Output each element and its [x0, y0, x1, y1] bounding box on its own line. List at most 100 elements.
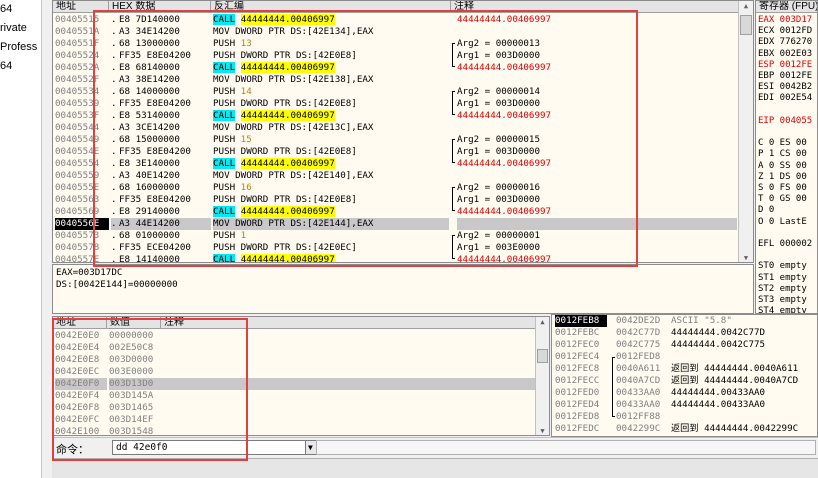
- register-line[interactable]: EFL 000002: [758, 238, 812, 250]
- stack-row[interactable]: 0012FEBC 0042C77D 44444444.0042C77D: [552, 327, 817, 339]
- dump-header-value[interactable]: 数值: [107, 317, 161, 329]
- stack-address: 0012FEC4: [555, 351, 600, 362]
- stack-row[interactable]: 0012FECC 0040A7CD 返回到 44444444.0040A7CD: [552, 375, 817, 387]
- dump-scroll-down-icon[interactable]: ▼: [536, 426, 549, 435]
- command-input[interactable]: dd 42e0f0: [112, 440, 306, 455]
- dump-row[interactable]: 0042E0E0 00000000: [53, 330, 537, 342]
- register-line[interactable]: EBP 0012FE: [758, 70, 812, 82]
- stack-row[interactable]: 0012FEB8 0042DE2D ASCII "5.8": [552, 315, 817, 327]
- register-line[interactable]: EDI 002E54: [758, 92, 812, 104]
- column-header-address[interactable]: 地址: [53, 1, 109, 13]
- disasm-row[interactable]: 00405559. A3 40E14200 MOV DWORD PTR DS:[42…: [53, 170, 739, 182]
- stack-row[interactable]: 0012FED8 0012FF88: [552, 411, 817, 423]
- register-line[interactable]: ESP 0012FE: [758, 59, 812, 71]
- disasm-row[interactable]: 00405544. A3 3CE14200 MOV DWORD PTR DS:[42…: [53, 122, 739, 134]
- disasm-row[interactable]: 00405578. FF35 ECE04200 PUSH DWORD PTR DS:…: [53, 242, 739, 254]
- disasm-row[interactable]: 00405554. E8 3E140000 CALL 44444444.004069…: [53, 158, 739, 170]
- disasm-row[interactable]: 0040554E. FF35 E8E04200 PUSH DWORD PTR DS:…: [53, 146, 739, 158]
- dump-scroll-thumb[interactable]: [537, 349, 548, 363]
- disasm-comment: 44444444.00406997: [457, 62, 737, 74]
- register-line[interactable]: ST4 empty: [758, 305, 807, 313]
- stack-row[interactable]: 0012FEDC 0042299C 返回到 44444444.0042299C: [552, 423, 817, 435]
- register-line[interactable]: D 0: [758, 204, 774, 216]
- disasm-token: CALL: [213, 158, 236, 169]
- dump-header-comment[interactable]: 注释: [161, 317, 537, 329]
- disasm-row[interactable]: 00405549. 68 15000000 PUSH 15 Arg2 = 000000…: [53, 134, 739, 146]
- disasm-instruction: PUSH DWORD PTR DS:[42E0EC]: [213, 242, 449, 254]
- register-line[interactable]: EIP 004055: [758, 115, 812, 127]
- scroll-up-arrow-icon[interactable]: ▲: [739, 1, 753, 12]
- stack-row[interactable]: 0012FED4 00433AA0 44444444.00433AA0: [552, 399, 817, 411]
- disasm-marker: .: [111, 14, 117, 25]
- register-line[interactable]: Z 1 DS 00: [758, 171, 807, 183]
- disasm-row[interactable]: 00405534. 68 14000000 PUSH 14 Arg2 = 000000…: [53, 86, 739, 98]
- disassembly-pane[interactable]: 地址 HEX 数据 反汇编 注释 00405515. E8 7D140000 CAL…: [52, 0, 754, 263]
- register-line[interactable]: ESI 0042B2: [758, 81, 812, 93]
- register-line[interactable]: P 1 CS 00: [758, 148, 807, 160]
- dump-row[interactable]: 0042E100 003D1548: [53, 426, 537, 435]
- disasm-row[interactable]: 0040555E. 68 16000000 PUSH 16 Arg2 = 000000…: [53, 182, 739, 194]
- disasm-row[interactable]: 0040553F. E8 53140000 CALL 44444444.004069…: [53, 110, 739, 122]
- register-line[interactable]: EDX 776270: [758, 36, 812, 48]
- dump-row[interactable]: 0042E0F8 003D1465: [53, 402, 537, 414]
- register-line[interactable]: ST3 empty: [758, 294, 807, 306]
- dump-row[interactable]: 0042E0EC 003E0000: [53, 366, 537, 378]
- disasm-row[interactable]: 0040556E. A3 44E14200 MOV DWORD PTR DS:[42…: [53, 218, 739, 230]
- stack-comment: ASCII "5.8": [671, 315, 732, 326]
- disasm-token: 44444444.00406997: [240, 14, 335, 25]
- disasm-row[interactable]: 00405569. E8 29140000 CALL 44444444.004069…: [53, 206, 739, 218]
- disasm-row[interactable]: 00405539. FF35 E8E04200 PUSH DWORD PTR DS:…: [53, 98, 739, 110]
- disasm-row[interactable]: 00405563. FF35 E8E04200 PUSH DWORD PTR DS:…: [53, 194, 739, 206]
- disasm-row[interactable]: 0040552A. E8 68140000 CALL 44444444.004069…: [53, 62, 739, 74]
- register-line[interactable]: A 0 SS 00: [758, 160, 807, 172]
- disasm-hex: FF35 E8E04200: [119, 194, 191, 205]
- disasm-row[interactable]: 00405515. E8 7D140000 CALL 44444444.004069…: [53, 14, 739, 26]
- memory-dump-pane[interactable]: 地址 数值 注释 0042E0E0 00000000 0042E0E4 002E50C…: [52, 316, 550, 436]
- dump-scrollbar[interactable]: ▲ ▼: [535, 317, 549, 435]
- disasm-row[interactable]: 00405573. 68 01000000 PUSH 1 Arg2 = 0000000…: [53, 230, 739, 242]
- register-line[interactable]: ST1 empty: [758, 272, 807, 284]
- stack-pane[interactable]: 0012FEB8 0042DE2D ASCII "5.8" 0012FEBC 0042C…: [551, 314, 818, 437]
- stack-row[interactable]: 0012FEC8 0040A611 返回到 44444444.0040A611: [552, 363, 817, 375]
- dump-scroll-up-icon[interactable]: ▲: [536, 317, 549, 328]
- dump-row[interactable]: 0042E0F4 003D145A: [53, 390, 537, 402]
- disasm-token: PUSH DWORD PTR DS:[42E0E8]: [213, 50, 357, 61]
- stack-row[interactable]: 0012FED0 00433AA0 44444444.00433AA0: [552, 387, 817, 399]
- register-line[interactable]: EAX 003D17: [758, 14, 812, 26]
- stack-row[interactable]: 0012FEC0 0042C775 44444444.0042C775: [552, 339, 817, 351]
- register-line[interactable]: O 0 LastE: [758, 216, 807, 228]
- column-header-comment[interactable]: 注释: [451, 1, 739, 13]
- disasm-row[interactable]: 0040551F. 68 13000000 PUSH 13 Arg2 = 000000…: [53, 38, 739, 50]
- disasm-row[interactable]: 00405524. FF35 E8E04200 PUSH DWORD PTR DS:…: [53, 50, 739, 62]
- register-line[interactable]: ST0 empty: [758, 260, 807, 272]
- stack-row[interactable]: 0012FEC4 0012FED8: [552, 351, 817, 363]
- register-line[interactable]: ECX 0012FD: [758, 25, 812, 37]
- column-header-hex[interactable]: HEX 数据: [109, 1, 211, 13]
- comment-token: 44444444.00406997: [457, 206, 552, 217]
- disasm-instruction: CALL 44444444.00406997: [213, 14, 449, 26]
- dump-header-address[interactable]: 地址: [53, 317, 107, 329]
- disasm-row[interactable]: 0040551A. A3 34E14200 MOV DWORD PTR DS:[42…: [53, 26, 739, 38]
- dump-row[interactable]: 0042E0E4 002E50C8: [53, 342, 537, 354]
- registers-pane[interactable]: 寄存器 (FPU) EAX 003D17 ECX 0012FD EDX 776270…: [755, 0, 818, 314]
- disasm-row[interactable]: 0040557E. E8 14140000 CALL 44444444.004069…: [53, 254, 739, 262]
- register-line[interactable]: ST2 empty: [758, 283, 807, 295]
- dump-row[interactable]: 0042E0E8 003D0000: [53, 354, 537, 366]
- stack-value: 00433AA0: [616, 387, 661, 398]
- scroll-down-arrow-icon[interactable]: ▼: [739, 253, 753, 262]
- register-line[interactable]: EBX 002E03: [758, 48, 812, 60]
- scroll-thumb[interactable]: [740, 15, 752, 35]
- register-line[interactable]: C 0 ES 00: [758, 137, 807, 149]
- disasm-hex: A3 34E14200: [119, 26, 180, 37]
- disasm-token: 44444444.00406997: [240, 110, 335, 121]
- disassembly-scrollbar[interactable]: ▲ ▼: [738, 1, 753, 262]
- disasm-marker: .: [111, 206, 117, 217]
- disasm-row[interactable]: 0040552F. A3 38E14200 MOV DWORD PTR DS:[42…: [53, 74, 739, 86]
- register-line[interactable]: S 0 FS 00: [758, 182, 807, 194]
- register-line[interactable]: T 0 GS 00: [758, 193, 807, 205]
- dump-row[interactable]: 0042E0F0 003D13D0: [53, 378, 537, 390]
- registers-header[interactable]: 寄存器 (FPU): [756, 1, 817, 13]
- column-header-disasm[interactable]: 反汇编: [211, 1, 451, 13]
- dump-row[interactable]: 0042E0FC 003D14EF: [53, 414, 537, 426]
- command-extra-field[interactable]: [316, 440, 816, 455]
